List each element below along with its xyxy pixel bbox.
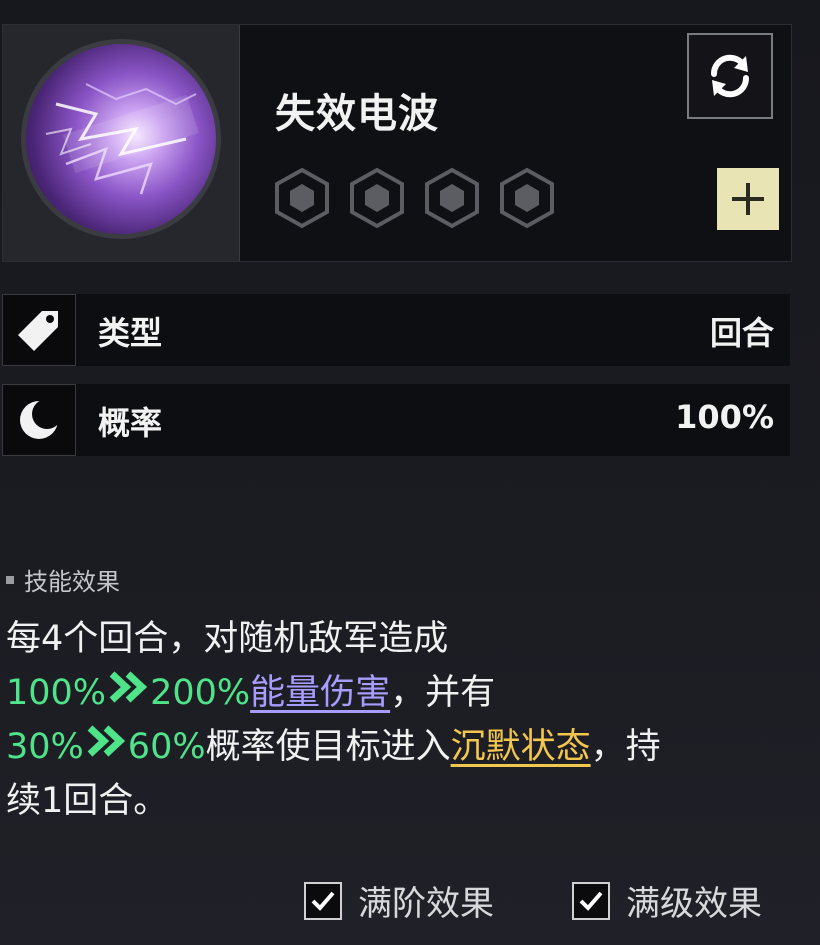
square-bullet-icon xyxy=(6,575,14,584)
checkbox[interactable] xyxy=(572,881,610,920)
hexagon-pip-icon xyxy=(275,167,329,229)
lightning-orb-icon xyxy=(21,39,221,239)
stat-row-rate: 概率 100% xyxy=(2,384,790,456)
effect-text-fragment: ，并有 xyxy=(390,673,496,713)
refresh-icon xyxy=(710,54,750,98)
checkmark-icon xyxy=(579,891,603,911)
damage-from-value: 100% xyxy=(6,673,107,713)
swap-button[interactable] xyxy=(687,33,773,119)
toggle-label: 满阶效果 xyxy=(358,884,494,924)
effect-line-1: 每4个回合，对随机敌军造成 xyxy=(6,619,449,659)
skill-title: 失效电波 xyxy=(275,91,439,137)
double-chevron-icon xyxy=(87,725,125,757)
skill-icon-frame xyxy=(3,25,240,261)
stat-row-type: 类型 回合 xyxy=(2,294,790,366)
stat-value: 回合 xyxy=(709,314,774,352)
crescent-moon-icon xyxy=(20,399,62,439)
damage-to-value: 200% xyxy=(150,673,251,713)
max-tier-toggle[interactable]: 满阶效果 xyxy=(304,876,494,925)
effect-description: 每4个回合，对随机敌军造成 100% 200%能量伤害，并有 30% 60%概率使目… xyxy=(6,612,806,828)
stat-label: 概率 xyxy=(98,404,163,442)
checkmark-icon xyxy=(311,891,335,911)
stat-icon-box xyxy=(2,294,76,366)
damage-keyword-link[interactable]: 能量伤害 xyxy=(250,673,390,713)
toggle-label: 满级效果 xyxy=(626,884,762,924)
section-title: 技能效果 xyxy=(24,568,120,596)
prob-from-value: 30% xyxy=(6,727,84,767)
skill-card: 失效电波 xyxy=(2,24,792,262)
hexagon-pip-icon xyxy=(500,167,554,229)
effect-line-2: 100% 200%能量伤害，并有 xyxy=(6,666,806,720)
effect-text-fragment: 概率使目标进入 xyxy=(205,727,451,767)
effect-section-header: 技能效果 xyxy=(6,562,120,597)
effect-line-4: 续1回合。 xyxy=(6,781,169,821)
prob-to-value: 60% xyxy=(127,727,206,767)
status-keyword-link[interactable]: 沉默状态 xyxy=(451,727,591,767)
max-level-toggle[interactable]: 满级效果 xyxy=(572,876,762,925)
add-button[interactable] xyxy=(717,168,779,230)
tag-icon xyxy=(18,311,58,351)
stat-label: 类型 xyxy=(98,314,163,352)
effect-text-fragment: ，持 xyxy=(590,727,661,767)
double-chevron-icon xyxy=(109,671,148,703)
effect-line-3: 30% 60%概率使目标进入沉默状态，持 xyxy=(6,720,806,774)
hexagon-pip-icon xyxy=(425,167,479,229)
hexagon-pip-icon xyxy=(350,167,404,229)
upgrade-pips xyxy=(271,167,558,229)
checkbox[interactable] xyxy=(304,881,342,920)
stat-icon-box xyxy=(2,384,76,456)
stat-value: 100% xyxy=(675,398,774,436)
plus-crosshair-icon xyxy=(732,183,764,215)
